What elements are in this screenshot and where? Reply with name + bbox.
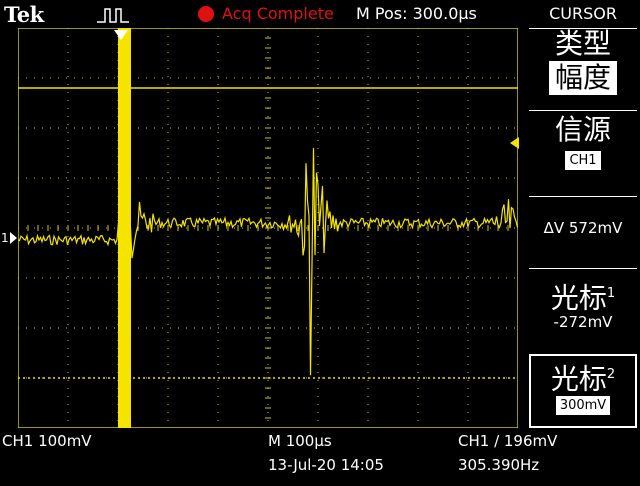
trigger-frequency: 305.390Hz xyxy=(458,456,540,474)
ch1-waveform xyxy=(18,148,518,376)
acquisition-status: Acq Complete xyxy=(222,4,334,23)
trigger-position-marker[interactable] xyxy=(112,28,130,44)
ch1-vertical-scale: CH1 100mV xyxy=(2,432,92,450)
cursor-type-option[interactable]: 类型 幅度 xyxy=(529,28,637,107)
trigger-setting: CH1 ∕ 196mV xyxy=(458,432,558,450)
trigger-level-marker[interactable] xyxy=(508,136,520,150)
cursor-2-option[interactable]: 光标2 300mV xyxy=(529,354,637,428)
cursor-2-value: 300mV xyxy=(555,396,611,416)
cursor-1-label: 光标1 xyxy=(550,281,616,315)
delta-readout: ΔV 572mV xyxy=(529,196,637,265)
cursor-type-value: 幅度 xyxy=(548,61,617,95)
horizontal-position: M Pos: 300.0µs xyxy=(356,4,477,23)
delta-value: ΔV 572mV xyxy=(543,219,623,237)
cursor-source-label: 信源 xyxy=(554,113,611,146)
timebase: M 100µs xyxy=(268,432,332,450)
cursor-side-menu: CURSOR 类型 幅度 信源 CH1 ΔV 572mV 光标1 -272mV … xyxy=(523,0,640,430)
waveform-display xyxy=(18,28,518,428)
cursor-type-label: 类型 xyxy=(554,27,611,60)
cursor-1-value: -272mV xyxy=(553,313,613,332)
acquisition-status-icon xyxy=(198,6,214,22)
channel-1-marker[interactable]: 1 xyxy=(0,228,18,248)
brand-logo: Tek xyxy=(4,2,44,27)
cursor-source-option[interactable]: 信源 CH1 xyxy=(529,110,637,193)
menu-title: CURSOR xyxy=(549,4,617,23)
cursor-2-label: 光标2 xyxy=(550,362,616,396)
svg-text:1: 1 xyxy=(1,231,9,245)
cursor-1-option[interactable]: 光标1 -272mV xyxy=(529,268,637,349)
ch1-saturated-spike xyxy=(118,28,131,428)
date-time: 13-Jul-20 14:05 xyxy=(268,456,384,474)
trigger-pulse-icon xyxy=(97,8,129,23)
cursor-source-value: CH1 xyxy=(565,151,601,170)
